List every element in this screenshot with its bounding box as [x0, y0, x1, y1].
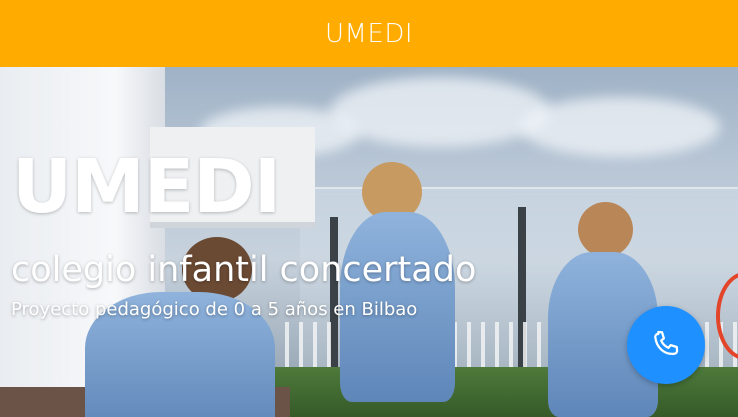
- child-head: [578, 202, 633, 257]
- hero-subtitle: colegio infantil concertado: [11, 250, 477, 290]
- hero-tagline: Proyecto pedagógico de 0 a 5 años en Bil…: [11, 299, 418, 320]
- cloud: [520, 97, 720, 157]
- cloud: [330, 77, 550, 147]
- hero-banner: UMEDI colegio infantil concertado Proyec…: [0, 67, 738, 417]
- call-button[interactable]: [627, 306, 705, 384]
- phone-icon: [654, 330, 679, 355]
- hero-title: UMEDI: [12, 144, 281, 230]
- top-header-bar: UMEDI: [0, 0, 738, 67]
- site-title[interactable]: UMEDI: [325, 19, 413, 49]
